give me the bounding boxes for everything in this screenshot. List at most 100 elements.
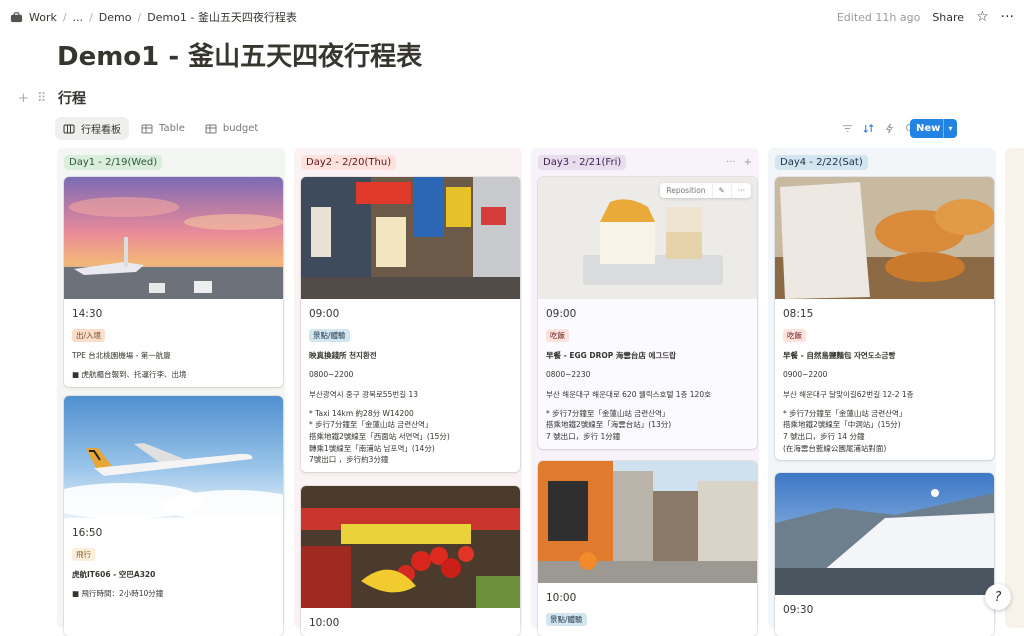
tab-label: Table: [159, 123, 185, 134]
column-actions: ··· +: [726, 157, 752, 168]
card-cover-image: Reposition ✎ ···: [538, 177, 757, 299]
new-button[interactable]: New ▾: [910, 119, 957, 138]
more-icon[interactable]: ···: [726, 157, 736, 168]
column-label[interactable]: Day2 - 2/20(Thu): [301, 154, 397, 170]
cover-controls: Reposition ✎ ···: [660, 183, 751, 198]
card-cover-image: [538, 461, 757, 583]
card-time: 09:00: [546, 308, 577, 320]
column-label[interactable]: Day3 - 2/21(Fri): [538, 154, 627, 170]
board-card[interactable]: 16:50 飛行 虎航IT606 - 空巴A320 ■ 飛行時間：2小時10分鐘: [64, 396, 283, 636]
card-cover-image: [775, 473, 994, 595]
card-tag: 景點/體驗: [309, 328, 350, 342]
table-icon: [141, 124, 153, 133]
breadcrumb: Work / ... / Demo / Demo1 - 釜山五天四夜行程表: [10, 9, 297, 25]
new-button-label: New: [916, 123, 941, 134]
add-block-icon[interactable]: +: [18, 91, 29, 106]
card-time: 08:15: [783, 308, 814, 320]
card-cover-image: [301, 486, 520, 608]
card-note: ■ 虎航櫃台報到、托運行李、出境: [72, 370, 187, 380]
card-hours: 0800~2200: [309, 370, 354, 380]
card-note: * 步行7分鐘至「金蓮山站 금련산역」 搭乘地鐵2號線至「海雲台站」(13分) …: [546, 408, 672, 441]
board-card[interactable]: 14:30 出/入境 TPE 台北桃園機場 - 第一航廈 ■ 虎航櫃台報到、托運…: [64, 177, 283, 387]
edit-icon[interactable]: ✎: [711, 183, 731, 198]
tab-budget[interactable]: budget: [197, 117, 266, 140]
board-card[interactable]: 10:00 景點/體驗: [538, 461, 757, 636]
board-card[interactable]: 10:00: [301, 486, 520, 636]
card-name: 早餐 - 自然島鹽麵包 자연도소금빵: [783, 351, 896, 360]
card-address: 부산 해운대구 달맞이길62번길 12-2 1층: [783, 389, 914, 399]
page-title: Demo1 - 釜山五天四夜行程表: [57, 42, 423, 72]
card-hours: 0900~2200: [783, 370, 828, 380]
card-hours: 0800~2230: [546, 370, 591, 380]
board-card[interactable]: 09:00 景點/體驗 映真換錢所 천지환전 0800~2200 부산광역시 중…: [301, 177, 520, 472]
sort-icon[interactable]: [863, 123, 874, 134]
topbar: Work / ... / Demo / Demo1 - 釜山五天四夜行程表 Ed…: [0, 0, 1024, 34]
column-label[interactable]: Day4 - 2/22(Sat): [775, 154, 868, 170]
breadcrumb-separator: /: [137, 10, 142, 24]
card-name: 映真換錢所 천지환전: [309, 351, 377, 360]
edited-timestamp: Edited 11h ago: [836, 10, 921, 24]
card-note: ■ 飛行時間：2小時10分鐘: [72, 589, 164, 599]
column-header: Day4 - 2/22(Sat): [775, 153, 989, 171]
share-button[interactable]: Share: [932, 11, 964, 24]
card-cover-image: [64, 177, 283, 299]
board-card[interactable]: Reposition ✎ ··· 09:00 吃飯 早餐 - EGG DROP …: [538, 177, 757, 449]
view-tabs: 行程看板 Table budget: [55, 117, 266, 140]
card-tag: 吃飯: [783, 328, 806, 342]
card-name: TPE 台北桃園機場 - 第一航廈: [72, 351, 171, 360]
board-card[interactable]: 08:15 吃飯 早餐 - 自然島鹽麵包 자연도소금빵 0900~2200 부산…: [775, 177, 994, 461]
card-cover-image: [301, 177, 520, 299]
breadcrumb-separator: /: [62, 10, 67, 24]
breadcrumb-separator: /: [89, 10, 93, 24]
card-note: * 步行7分鐘至「金蓮山站 금련산역」 搭乘地鐵2號線至「中洞站」(15分) 7…: [783, 408, 907, 453]
database-header: + ⠿ 行程: [18, 88, 86, 108]
card-address: 부산 해운대구 해운대로 620 웰릭스호텔 1층 120호: [546, 389, 712, 399]
tab-table[interactable]: Table: [133, 117, 193, 140]
card-note: * Taxi 14km 約28分 W14200 * 步行7分鐘至「金蓮山站 금련…: [309, 408, 450, 465]
workspace-icon: [10, 11, 23, 22]
card-time: 14:30: [72, 308, 103, 320]
column-header: Day1 - 2/19(Wed): [64, 153, 278, 171]
lightning-icon[interactable]: [884, 123, 895, 134]
filter-icon[interactable]: [842, 123, 853, 134]
board-column-day5-partial: [1005, 148, 1024, 628]
breadcrumb-workspace[interactable]: Work: [29, 11, 57, 24]
topbar-actions: Edited 11h ago Share ☆ ···: [837, 9, 1014, 25]
card-time: 10:00: [546, 592, 577, 604]
add-icon[interactable]: +: [744, 157, 752, 168]
more-icon[interactable]: ···: [1001, 9, 1014, 25]
star-icon[interactable]: ☆: [976, 9, 989, 25]
board-column-day3: Day3 - 2/21(Fri) ··· + Reposition ✎ ··· …: [531, 148, 759, 636]
board-column-day2: Day2 - 2/20(Thu) 09:00 景點/體驗 映真換錢所 천지환전 …: [294, 148, 522, 636]
card-time: 09:00: [309, 308, 340, 320]
card-tag: 吃飯: [546, 328, 569, 342]
card-cover-image: [775, 177, 994, 299]
card-tag: 出/入境: [72, 328, 106, 342]
breadcrumb-ellipsis[interactable]: ...: [73, 11, 84, 24]
tab-label: 行程看板: [81, 125, 121, 136]
card-time: 16:50: [72, 527, 103, 539]
board-card[interactable]: 09:30: [775, 473, 994, 636]
card-time: 10:00: [309, 617, 340, 629]
database-title[interactable]: 行程: [58, 88, 86, 108]
column-header: Day3 - 2/21(Fri) ··· +: [538, 153, 752, 171]
card-tag: 飛行: [72, 547, 95, 561]
card-name: 早餐 - EGG DROP 海雲台店 에그드랍: [546, 351, 677, 360]
card-name: 虎航IT606 - 空巴A320: [72, 570, 156, 579]
reposition-button[interactable]: Reposition: [660, 183, 711, 198]
column-header: Day2 - 2/20(Thu): [301, 153, 515, 171]
board-icon: [63, 124, 75, 133]
chevron-down-icon[interactable]: ▾: [943, 119, 957, 138]
board-column-day1: Day1 - 2/19(Wed) 14:30 出/入境 TPE 台北桃園機場 -…: [57, 148, 285, 636]
tab-board[interactable]: 行程看板: [55, 117, 129, 140]
card-tag: 景點/體驗: [546, 612, 587, 626]
breadcrumb-current[interactable]: Demo1 - 釜山五天四夜行程表: [147, 9, 297, 25]
table-icon: [205, 124, 217, 133]
more-icon[interactable]: ···: [730, 183, 751, 198]
card-address: 부산광역시 중구 광복로55번길 13: [309, 389, 419, 399]
help-icon[interactable]: ?: [985, 584, 1011, 610]
board-column-day4: Day4 - 2/22(Sat) 08:15 吃飯 早餐 - 自然島鹽麵包 자연…: [768, 148, 996, 636]
drag-handle-icon[interactable]: ⠿: [37, 91, 47, 106]
breadcrumb-parent[interactable]: Demo: [99, 11, 132, 24]
column-label[interactable]: Day1 - 2/19(Wed): [64, 154, 163, 170]
